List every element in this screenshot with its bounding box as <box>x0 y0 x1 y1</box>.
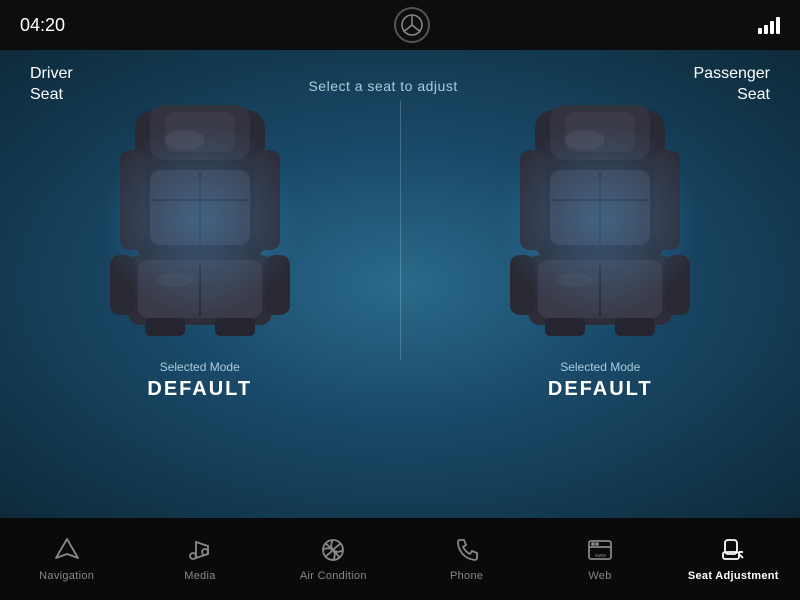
nav-label-seat-adjustment: Seat Adjustment <box>688 570 779 582</box>
driver-mode-value: DEFAULT <box>147 378 252 401</box>
phone-icon <box>453 536 481 564</box>
driver-seat-section[interactable]: Selected Mode DEFAULT <box>0 90 400 401</box>
driver-seat-image <box>90 90 310 350</box>
media-icon <box>186 536 214 564</box>
bottom-nav: Navigation Media Air Condition Phone <box>0 518 800 600</box>
seat-adjustment-icon <box>719 536 747 564</box>
seats-container: Selected Mode DEFAULT <box>0 70 800 420</box>
passenger-seat-info: Selected Mode DEFAULT <box>548 360 653 401</box>
status-bar: 04:20 <box>0 0 800 50</box>
nav-label-media: Media <box>184 570 215 582</box>
signal-icon <box>758 17 780 34</box>
driver-seat-info: Selected Mode DEFAULT <box>147 360 252 401</box>
nav-item-navigation[interactable]: Navigation <box>0 518 133 600</box>
mercedes-logo <box>394 7 430 43</box>
passenger-mode-label: Selected Mode <box>548 360 653 374</box>
nav-item-media[interactable]: Media <box>133 518 266 600</box>
passenger-seat-image <box>490 90 710 350</box>
nav-item-air-condition[interactable]: Air Condition <box>267 518 400 600</box>
nav-item-web[interactable]: www Web <box>533 518 666 600</box>
nav-item-seat-adjustment[interactable]: Seat Adjustment <box>667 518 800 600</box>
driver-mode-label: Selected Mode <box>147 360 252 374</box>
navigation-icon <box>53 536 81 564</box>
passenger-seat-section[interactable]: Selected Mode DEFAULT <box>401 90 800 401</box>
svg-text:www: www <box>595 553 606 559</box>
nav-label-phone: Phone <box>450 570 483 582</box>
nav-item-phone[interactable]: Phone <box>400 518 533 600</box>
nav-label-air-condition: Air Condition <box>300 570 367 582</box>
air-condition-icon <box>319 536 347 564</box>
time-display: 04:20 <box>20 15 65 36</box>
nav-label-navigation: Navigation <box>39 570 94 582</box>
passenger-mode-value: DEFAULT <box>548 378 653 401</box>
main-content: DriverSeat Select a seat to adjust Passe… <box>0 50 800 518</box>
web-icon: www <box>586 536 614 564</box>
nav-label-web: Web <box>588 570 611 582</box>
